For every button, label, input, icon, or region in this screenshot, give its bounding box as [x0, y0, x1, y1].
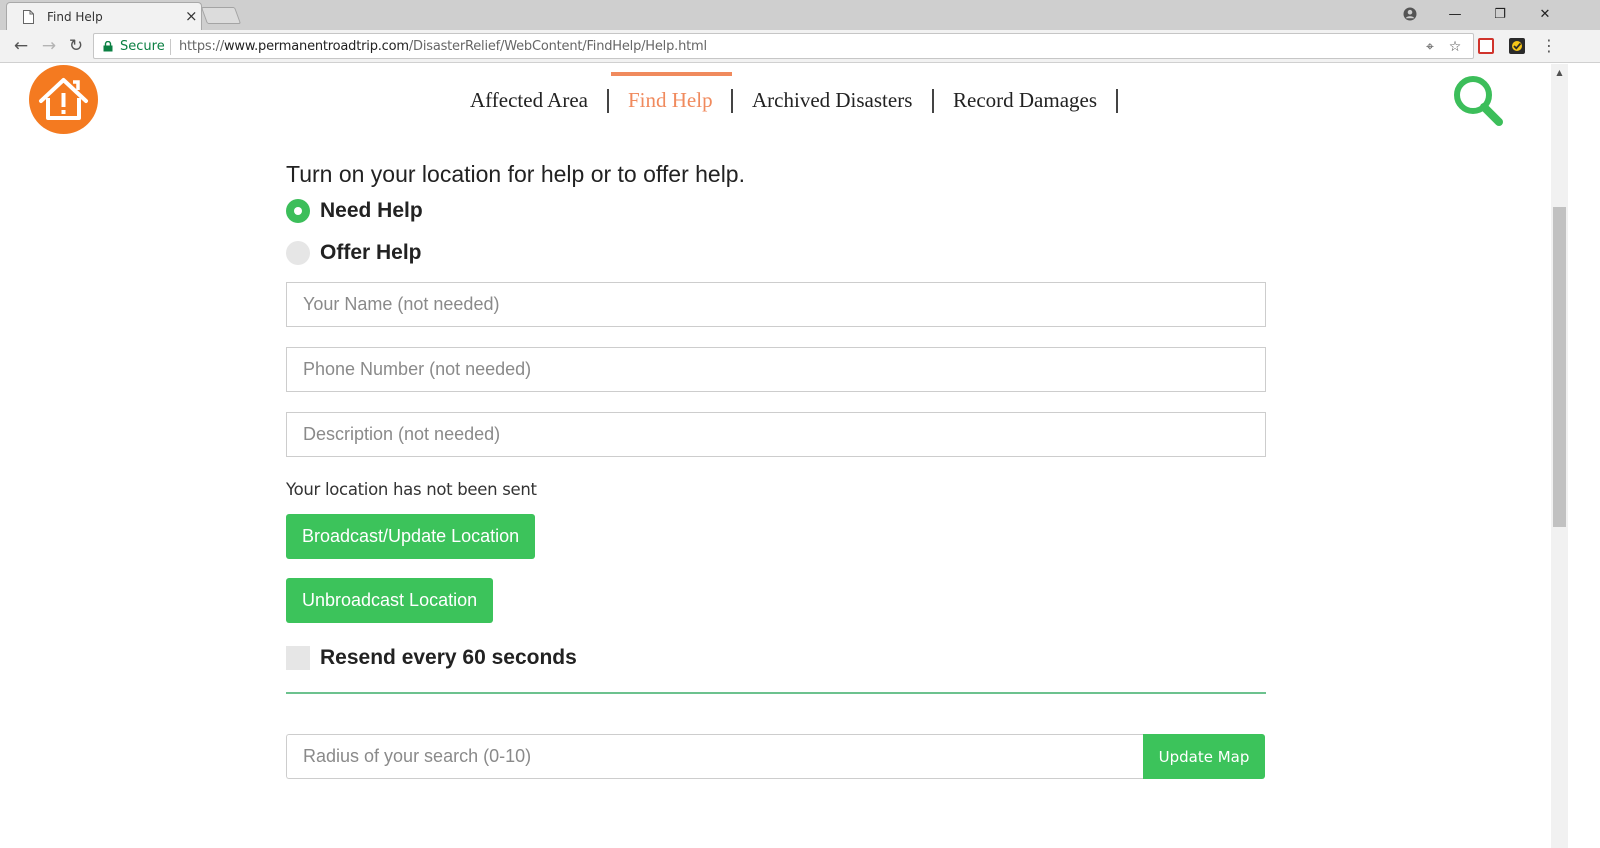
location-icon[interactable]: ⌖ [1421, 38, 1439, 56]
unbroadcast-location-button[interactable]: Unbroadcast Location [286, 578, 494, 623]
nav-record-damages[interactable]: Record Damages [953, 88, 1097, 113]
bookmark-star-icon[interactable]: ☆ [1446, 38, 1464, 56]
search-icon [1454, 76, 1503, 126]
tab-title: Find Help [47, 10, 103, 24]
document-icon [23, 10, 34, 24]
offer-help-option[interactable]: Offer Help [286, 239, 422, 267]
location-status: Your location has not been sent [286, 480, 537, 499]
main-nav: Affected Area Find Help Archived Disaste… [0, 70, 1551, 118]
address-separator [170, 39, 171, 55]
resend-option[interactable]: Resend every 60 seconds [286, 643, 577, 673]
offer-help-label[interactable]: Offer Help [320, 241, 422, 265]
pocket-extension-icon[interactable] [1478, 38, 1494, 54]
lock-icon [103, 41, 113, 52]
close-window-button[interactable]: ✕ [1523, 0, 1567, 28]
nav-divider [932, 89, 934, 113]
update-map-button[interactable]: Update Map [1143, 734, 1265, 779]
tab-close-icon[interactable]: × [185, 7, 198, 25]
browser-tab-strip: Find Help × — ❐ ✕ [0, 0, 1600, 30]
scroll-up-arrow-icon[interactable]: ▲ [1551, 64, 1568, 81]
resend-checkbox[interactable] [286, 646, 310, 670]
reload-button[interactable]: ↻ [65, 35, 87, 57]
url-path: /DisasterRelief/WebContent/FindHelp/Help… [408, 39, 707, 54]
name-input[interactable] [286, 282, 1266, 327]
minimize-button[interactable]: — [1433, 0, 1477, 28]
url-text[interactable]: https://www.permanentroadtrip.com/Disast… [179, 39, 707, 54]
url-scheme: https:// [179, 39, 224, 54]
need-help-label[interactable]: Need Help [320, 199, 423, 223]
scroll-thumb[interactable] [1553, 207, 1566, 527]
browser-toolbar: ← → ↻ Secure https://www.permanentroadtr… [0, 30, 1600, 63]
broadcast-location-button[interactable]: Broadcast/Update Location [286, 514, 536, 559]
restore-button[interactable]: ❐ [1478, 0, 1522, 28]
nav-find-help[interactable]: Find Help [628, 88, 713, 113]
window-gutter [1568, 64, 1600, 848]
forward-button[interactable]: → [38, 35, 60, 57]
new-tab-button[interactable] [200, 7, 242, 24]
nav-affected-area[interactable]: Affected Area [470, 88, 588, 113]
location-prompt: Turn on your location for help or to off… [286, 161, 745, 187]
radius-input[interactable] [286, 734, 1144, 779]
address-bar[interactable]: Secure https://www.permanentroadtrip.com… [93, 33, 1474, 59]
checker-extension-icon[interactable] [1509, 38, 1525, 54]
section-divider [286, 692, 1266, 694]
profile-icon[interactable] [1388, 0, 1432, 28]
active-tab-indicator [611, 72, 732, 76]
offer-help-radio[interactable] [286, 241, 310, 265]
resend-label[interactable]: Resend every 60 seconds [320, 646, 577, 670]
browser-tab[interactable]: Find Help × [6, 2, 202, 30]
description-input[interactable] [286, 412, 1266, 457]
search-button[interactable] [1449, 73, 1507, 127]
need-help-radio[interactable] [286, 199, 310, 223]
nav-divider [1116, 89, 1118, 113]
phone-input[interactable] [286, 347, 1266, 392]
secure-label: Secure [120, 39, 165, 54]
browser-menu-icon[interactable]: ⋮ [1541, 36, 1557, 56]
url-host: www.permanentroadtrip.com [224, 39, 409, 54]
nav-archived-disasters[interactable]: Archived Disasters [752, 88, 912, 113]
need-help-option[interactable]: Need Help [286, 197, 423, 225]
nav-divider [607, 89, 609, 113]
back-button[interactable]: ← [10, 35, 32, 57]
page-scrollbar[interactable]: ▲ [1551, 64, 1568, 848]
nav-divider [731, 89, 733, 113]
